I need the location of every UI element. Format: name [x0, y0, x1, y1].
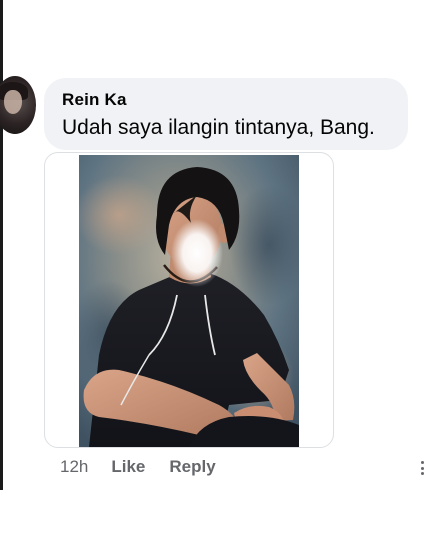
- dot-icon: [420, 472, 424, 475]
- more-options-icon[interactable]: [420, 461, 424, 475]
- attached-photo[interactable]: [79, 155, 299, 447]
- reply-button[interactable]: Reply: [169, 457, 215, 477]
- comment-actions-bar: 12h Like Reply: [60, 456, 240, 478]
- user-avatar[interactable]: [0, 76, 36, 134]
- comment-text: Udah saya ilangin tintanya, Bang.: [62, 116, 375, 139]
- comment-author[interactable]: Rein Ka: [62, 90, 408, 110]
- portrait-photo-image: [79, 155, 299, 447]
- comment-thread: Rein Ka Udah saya ilangin tintanya, Bang…: [0, 0, 424, 559]
- dot-icon: [420, 461, 424, 464]
- like-button[interactable]: Like: [111, 457, 145, 477]
- dot-icon: [420, 466, 424, 470]
- comment-timestamp[interactable]: 12h: [60, 457, 88, 477]
- comment-bubble: Rein Ka Udah saya ilangin tintanya, Bang…: [44, 78, 408, 150]
- avatar-face: [4, 90, 22, 114]
- thread-line: [0, 0, 3, 490]
